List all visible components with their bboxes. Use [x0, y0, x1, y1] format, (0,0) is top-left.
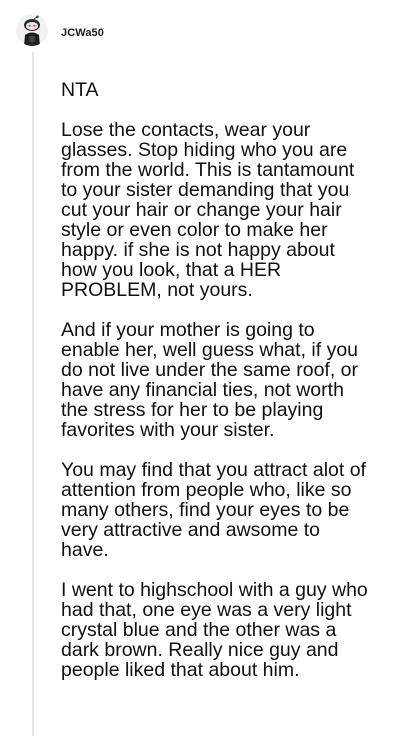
comment-paragraph: Lose the contacts, wear your glasses. St… [61, 119, 355, 301]
avatar[interactable] [16, 14, 48, 46]
comment-paragraph: And if your mother is going to enable he… [61, 319, 359, 441]
comment-paragraph: You may find that you attract alot of at… [61, 459, 366, 561]
thread-line[interactable] [32, 52, 34, 736]
comment-paragraph: NTA [61, 79, 99, 101]
username[interactable]: JCWa50 [61, 27, 104, 39]
comment-paragraph: I went to highschool with a guy who had … [61, 579, 368, 681]
comment-body: NTA Lose the contacts, wear your glasses… [61, 80, 373, 700]
snoo-avatar-icon [16, 14, 48, 46]
comment: JCWa50 NTA Lose the contacts, wear your … [0, 0, 400, 751]
